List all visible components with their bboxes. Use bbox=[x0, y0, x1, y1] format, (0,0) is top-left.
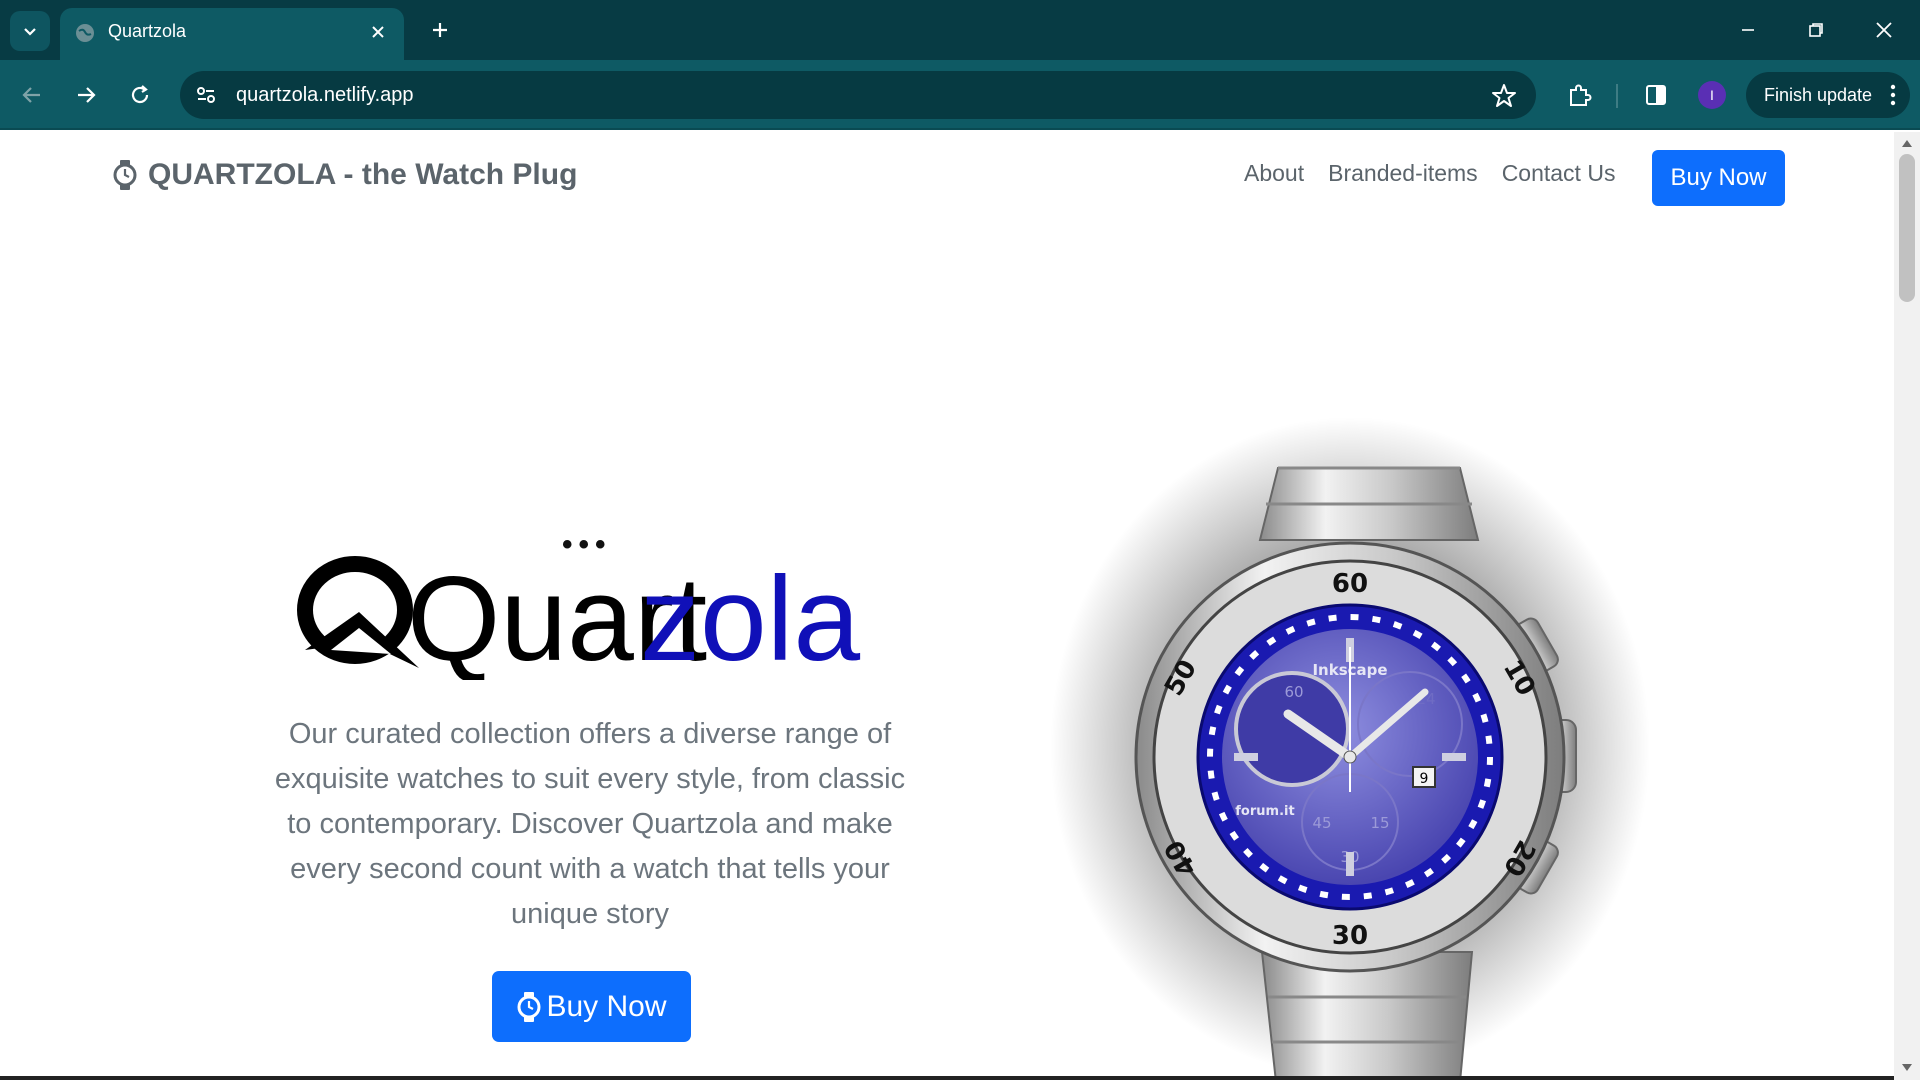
hero-description: Our curated collection offers a diverse … bbox=[274, 718, 906, 930]
subdial-bottom-45: 45 bbox=[1312, 814, 1331, 832]
restore-icon bbox=[1809, 23, 1823, 37]
chevron-down-icon bbox=[24, 28, 36, 36]
side-panel-button[interactable] bbox=[1636, 75, 1676, 115]
reload-icon bbox=[131, 85, 149, 104]
puzzle-icon bbox=[1570, 84, 1592, 106]
page-viewport: QUARTZOLA - the Watch Plug About Branded… bbox=[0, 132, 1894, 1080]
brand-text: QUARTZOLA - the Watch Plug bbox=[148, 158, 578, 191]
plus-icon bbox=[433, 23, 447, 37]
minimize-button[interactable] bbox=[1728, 10, 1768, 50]
nav-about-link[interactable]: About bbox=[1244, 160, 1304, 187]
new-tab-button[interactable] bbox=[424, 14, 456, 46]
nav-contact-link[interactable]: Contact Us bbox=[1502, 160, 1616, 187]
dial-sub-text: forum.it bbox=[1235, 804, 1294, 819]
minimize-icon bbox=[1742, 29, 1754, 31]
date-number: 9 bbox=[1420, 771, 1429, 787]
site-info-icon bbox=[197, 87, 215, 103]
close-window-button[interactable] bbox=[1864, 10, 1904, 50]
nav-branded-items-link[interactable]: Branded-items bbox=[1328, 160, 1478, 187]
back-arrow-icon bbox=[22, 87, 40, 103]
quartzola-logo: Quart zola bbox=[297, 552, 860, 680]
site-brand[interactable]: QUARTZOLA - the Watch Plug bbox=[112, 158, 577, 192]
extensions-button[interactable] bbox=[1560, 75, 1600, 115]
finish-update-label: Finish update bbox=[1764, 85, 1873, 105]
tab-title: Quartzola bbox=[108, 21, 187, 41]
side-panel-icon bbox=[1646, 85, 1666, 105]
scroll-down-arrow[interactable] bbox=[1902, 1064, 1912, 1071]
page-scrollbar[interactable] bbox=[1894, 132, 1920, 1080]
scroll-up-arrow[interactable] bbox=[1902, 140, 1912, 147]
url-text[interactable]: quartzola.netlify.app bbox=[236, 84, 414, 107]
watch-icon bbox=[113, 160, 137, 190]
tab-close-button[interactable] bbox=[366, 20, 390, 44]
hero-buy-now-button[interactable]: Buy Now bbox=[492, 971, 691, 1042]
more-vert-icon bbox=[1890, 84, 1896, 106]
browser-toolbar: quartzola.netlify.app I Finish update bbox=[0, 60, 1920, 130]
watch-image: 60 10 20 30 40 50 60 24 45 15 30 Inkscap… bbox=[1050, 417, 1650, 1080]
profile-avatar[interactable]: I bbox=[1698, 81, 1726, 109]
subdial-bottom-15: 15 bbox=[1370, 814, 1389, 832]
finish-update-button[interactable]: Finish update bbox=[1746, 72, 1910, 118]
hero-buy-label: Buy Now bbox=[546, 989, 667, 1023]
tab-search-button[interactable] bbox=[10, 11, 50, 51]
close-icon bbox=[372, 26, 384, 38]
restore-button[interactable] bbox=[1796, 10, 1836, 50]
forward-arrow-icon bbox=[78, 87, 96, 103]
forward-button[interactable] bbox=[66, 75, 106, 115]
bookmark-star-icon[interactable] bbox=[1490, 82, 1518, 110]
nav-buy-now-button[interactable]: Buy Now bbox=[1652, 150, 1785, 206]
reload-button[interactable] bbox=[120, 75, 160, 115]
scroll-thumb[interactable] bbox=[1899, 154, 1915, 302]
browser-tab-bar: Quartzola bbox=[0, 0, 1920, 60]
logo-blue-text: zola bbox=[640, 552, 860, 680]
page-bottom-divider bbox=[0, 1076, 1894, 1080]
close-icon bbox=[1876, 22, 1892, 38]
watch-icon bbox=[517, 991, 541, 1022]
back-button[interactable] bbox=[12, 75, 52, 115]
active-tab[interactable]: Quartzola bbox=[60, 8, 404, 60]
toolbar-separator bbox=[1616, 84, 1618, 108]
bezel-60: 60 bbox=[1332, 569, 1368, 599]
bezel-30: 30 bbox=[1332, 921, 1368, 951]
main-nav: About Branded-items Contact Us bbox=[1244, 160, 1615, 187]
address-bar[interactable]: quartzola.netlify.app bbox=[180, 71, 1536, 119]
subdial-left-60: 60 bbox=[1284, 683, 1303, 701]
globe-icon bbox=[76, 24, 94, 42]
